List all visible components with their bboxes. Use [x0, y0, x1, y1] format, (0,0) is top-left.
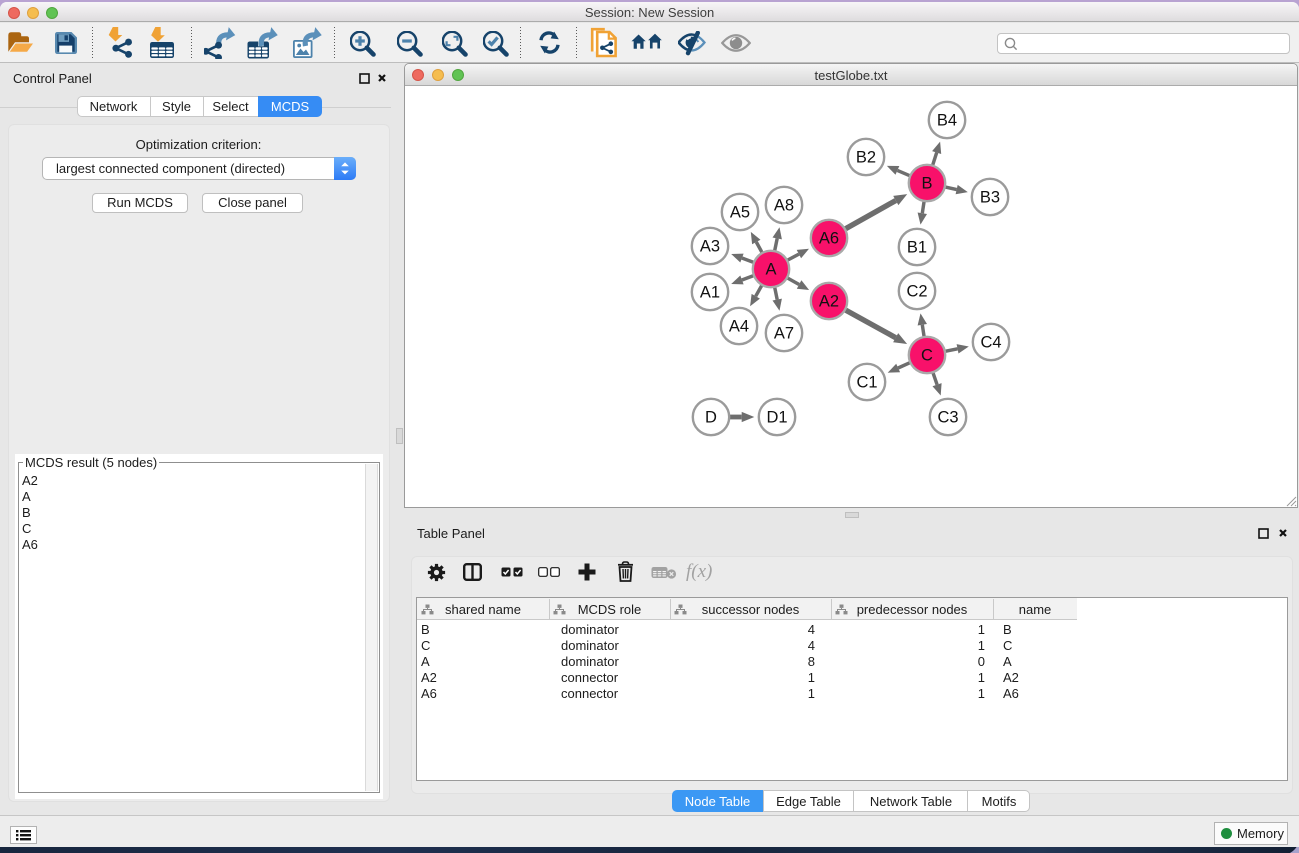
svg-text:C: C	[921, 347, 933, 365]
svg-text:B4: B4	[937, 112, 957, 130]
svg-text:A2: A2	[819, 293, 839, 311]
svg-text:A7: A7	[774, 325, 794, 343]
svg-text:D: D	[705, 409, 717, 427]
svg-text:A: A	[765, 261, 776, 279]
svg-text:C1: C1	[856, 374, 877, 392]
svg-text:D1: D1	[766, 409, 787, 427]
svg-text:C4: C4	[980, 334, 1001, 352]
svg-text:B3: B3	[980, 189, 1000, 207]
svg-text:B: B	[921, 175, 932, 193]
svg-text:A8: A8	[774, 197, 794, 215]
svg-text:A5: A5	[730, 204, 750, 222]
svg-text:A4: A4	[729, 318, 749, 336]
svg-text:B1: B1	[907, 239, 927, 257]
svg-text:C2: C2	[906, 283, 927, 301]
svg-text:C3: C3	[937, 409, 958, 427]
svg-text:A3: A3	[700, 238, 720, 256]
svg-text:A6: A6	[819, 230, 839, 248]
svg-text:A1: A1	[700, 284, 720, 302]
svg-text:B2: B2	[856, 149, 876, 167]
